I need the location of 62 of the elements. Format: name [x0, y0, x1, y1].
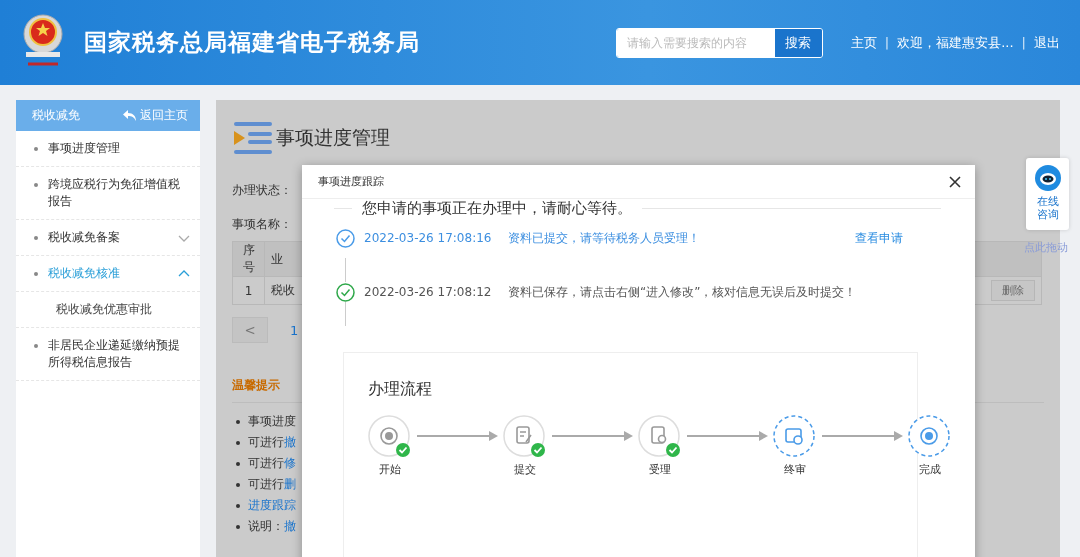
chat-widget[interactable]: 在线咨询 [1026, 158, 1069, 230]
site-title: 国家税务总局福建省电子税务局 [84, 28, 421, 57]
tip-text: 可进行 [248, 434, 284, 451]
bullet-icon [236, 503, 240, 508]
tip-text: 说明： [248, 518, 284, 535]
sidebar-title: 税收减免 [32, 107, 80, 124]
sidebar-item[interactable]: 跨境应税行为免征增值税报告 [16, 167, 200, 220]
process-title: 办理流程 [368, 379, 433, 400]
status-message: 资料已保存，请点击右侧“进入修改”，核对信息无误后及时提交！ [508, 283, 857, 301]
sidebar-item[interactable]: 税收减免核准 [16, 256, 200, 292]
step-label: 提交 [514, 462, 536, 477]
sidebar-item[interactable]: 非居民企业递延缴纳预提所得税信息报告 [16, 328, 200, 381]
tip-text: 事项进度 [248, 413, 296, 430]
bullet-icon [236, 419, 240, 424]
dialog-title: 事项进度跟踪 [318, 174, 384, 189]
column-header: 序号 [232, 241, 265, 277]
view-application-link[interactable]: 查看申请 [855, 229, 903, 247]
bullet-icon [236, 461, 240, 466]
tip-text: 可进行 [248, 455, 284, 472]
arrow-icon [417, 430, 498, 442]
filter-label: 事项名称： [232, 216, 293, 233]
header-link[interactable]: 退出 [1034, 33, 1060, 52]
timestamp: 2022-03-26 17:08:16 [364, 231, 493, 245]
status-headline: 您申请的事项正在办理中，请耐心等待。 [362, 199, 632, 218]
close-button[interactable] [949, 175, 961, 188]
tip-link[interactable]: 撤 [284, 432, 296, 453]
robot-icon [1033, 164, 1062, 192]
search-button[interactable]: 搜索 [774, 28, 822, 57]
step-label: 完成 [919, 462, 941, 477]
search-field[interactable]: 请输入需要搜索的内容 搜索 [615, 27, 823, 58]
header-link[interactable]: 主页 [850, 33, 877, 52]
link-separator: | [1021, 35, 1026, 50]
tip-text: 可进行 [248, 476, 284, 493]
page-number[interactable]: 1 [290, 322, 299, 338]
sidebar-item[interactable]: 事项进度管理 [16, 131, 200, 167]
page-title: 事项进度管理 [276, 125, 390, 150]
header-link[interactable]: 欢迎，福建惠安县... [897, 33, 1014, 52]
tip-link[interactable]: 进度跟踪 [248, 495, 296, 516]
arrow-icon [552, 430, 633, 442]
sidebar-subitem[interactable]: 税收减免优惠审批 [16, 292, 200, 328]
tip-link[interactable]: 撤 [284, 516, 296, 537]
step-label: 受理 [649, 462, 671, 477]
arrow-icon [687, 430, 768, 442]
step-label: 终审 [784, 462, 806, 477]
bullet-icon [236, 482, 240, 487]
tip-link[interactable]: 修 [284, 453, 296, 474]
back-arrow-icon [123, 110, 136, 121]
table-cell: 1 [232, 276, 265, 305]
bullet-icon [236, 440, 240, 445]
back-home-link[interactable]: 返回主页 [123, 107, 188, 124]
delete-button[interactable]: 删除 [991, 280, 1035, 301]
tip-link[interactable]: 删 [284, 474, 296, 495]
link-separator: | [884, 35, 890, 50]
bullet-icon [236, 524, 240, 529]
sidebar-item[interactable]: 税收减免备案 [16, 220, 200, 256]
filter-label: 办理状态： [232, 182, 293, 199]
timestamp: 2022-03-26 17:08:12 [364, 285, 493, 299]
previous-page-button[interactable]: < [232, 317, 268, 343]
step-label: 开始 [379, 462, 401, 477]
arrow-icon [822, 430, 903, 442]
list-icon [232, 120, 274, 156]
status-message: 资料已提交，请等待税务人员受理！ [508, 229, 701, 247]
